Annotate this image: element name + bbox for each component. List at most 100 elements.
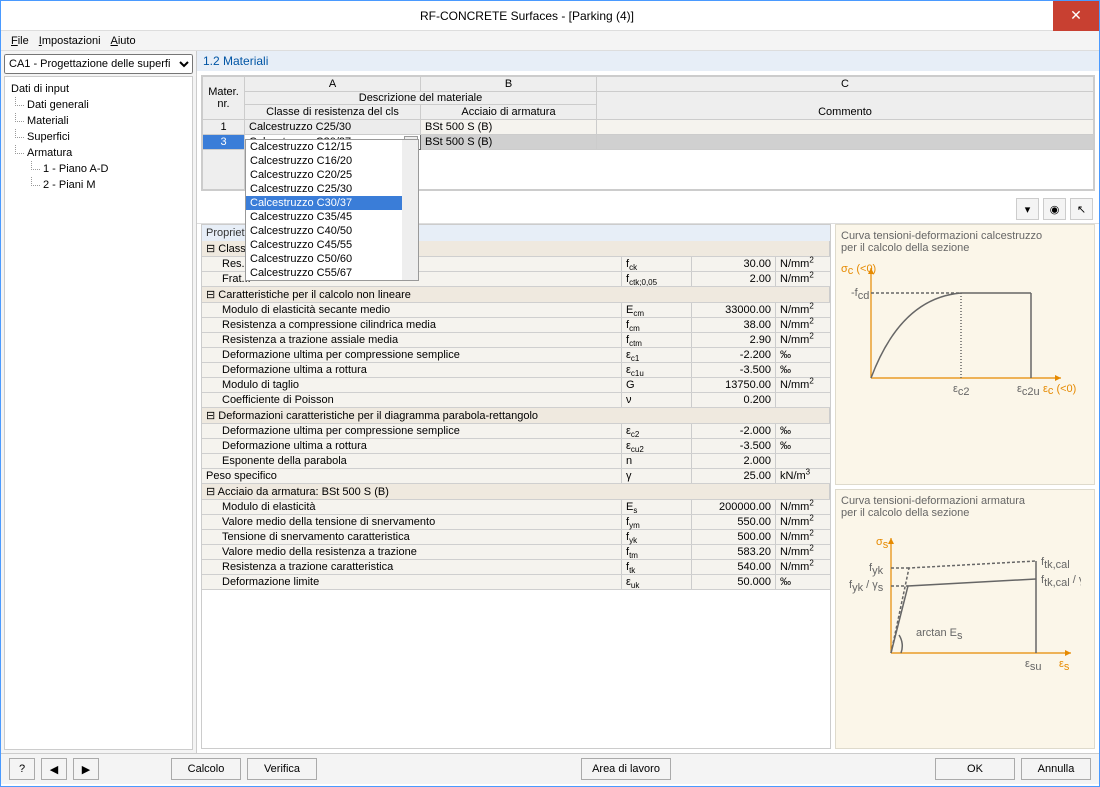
- prop-unit: N/mm2: [776, 333, 830, 347]
- prop-value[interactable]: 33000.00: [692, 303, 776, 317]
- prop-symbol: εuk: [622, 575, 692, 589]
- prop-symbol: Ecm: [622, 303, 692, 317]
- prop-value[interactable]: 2.90: [692, 333, 776, 347]
- dropdown-option[interactable]: Calcestruzzo C25/30: [246, 182, 402, 196]
- prop-value[interactable]: 38.00: [692, 318, 776, 332]
- prop-value[interactable]: -2.000: [692, 424, 776, 438]
- tree-item[interactable]: Armatura: [11, 145, 186, 161]
- close-button[interactable]: ✕: [1053, 1, 1099, 31]
- cancel-button[interactable]: Annulla: [1021, 758, 1091, 780]
- calc-button[interactable]: Calcolo: [171, 758, 241, 780]
- scrollbar[interactable]: [402, 140, 418, 280]
- eye-icon[interactable]: ◉: [1043, 198, 1066, 220]
- cell-steel[interactable]: BSt 500 S (B): [421, 135, 597, 150]
- prop-value[interactable]: 13750.00: [692, 378, 776, 392]
- prop-symbol: ftm: [622, 545, 692, 559]
- svg-text:arctan Es: arctan Es: [916, 627, 963, 642]
- menu-file[interactable]: File: [11, 35, 29, 47]
- col-head-desc: Descrizione del materiale: [245, 92, 596, 104]
- dropdown-option[interactable]: Calcestruzzo C55/67: [246, 266, 402, 280]
- ok-button[interactable]: OK: [935, 758, 1015, 780]
- prop-value[interactable]: 2.000: [692, 454, 776, 468]
- dropdown-option[interactable]: Calcestruzzo C12/15: [246, 140, 402, 154]
- help-button[interactable]: ?: [9, 758, 35, 780]
- cls-dropdown-list[interactable]: Calcestruzzo C12/15Calcestruzzo C16/20Ca…: [245, 139, 419, 281]
- prop-unit: [776, 454, 830, 468]
- prop-value[interactable]: -3.500: [692, 439, 776, 453]
- prev-button[interactable]: ◀: [41, 758, 67, 780]
- prop-label: Deformazione ultima per compressione sem…: [202, 348, 622, 362]
- prop-label: Modulo di taglio: [202, 378, 622, 392]
- select-icon[interactable]: ↖: [1070, 198, 1093, 220]
- tree-item[interactable]: Dati generali: [11, 97, 186, 113]
- prop-unit: ‰: [776, 348, 830, 362]
- prop-value[interactable]: 25.00: [692, 469, 776, 483]
- cell-comment[interactable]: [597, 120, 1094, 135]
- prop-symbol: εc1u: [622, 363, 692, 377]
- prop-label: Resistenza a trazione assiale media: [202, 333, 622, 347]
- tree-item[interactable]: 1 - Piano A-D: [11, 161, 186, 177]
- col-head-A: A: [245, 77, 421, 92]
- prop-label: Esponente della parabola: [202, 454, 622, 468]
- window-title: RF-CONCRETE Surfaces - [Parking (4)]: [1, 9, 1053, 23]
- row-head[interactable]: 1: [203, 120, 245, 135]
- prop-section-head[interactable]: ⊟ Acciaio da armatura: BSt 500 S (B): [202, 484, 830, 499]
- row-head[interactable]: [203, 150, 245, 190]
- filter-icon[interactable]: ▾: [1016, 198, 1039, 220]
- tree-item[interactable]: Superfici: [11, 129, 186, 145]
- prop-value[interactable]: 2.00: [692, 272, 776, 286]
- next-button[interactable]: ▶: [73, 758, 99, 780]
- prop-value[interactable]: 500.00: [692, 530, 776, 544]
- dropdown-option[interactable]: Calcestruzzo C16/20: [246, 154, 402, 168]
- nav-tree[interactable]: Dati di input Dati generali Materiali Su…: [4, 76, 193, 750]
- menu-help[interactable]: Aiuto: [111, 35, 136, 47]
- cell-steel[interactable]: BSt 500 S (B): [421, 120, 597, 135]
- prop-unit: N/mm2: [776, 560, 830, 574]
- case-dropdown[interactable]: CA1 - Progettazione delle superfi: [4, 54, 193, 74]
- workspace-button[interactable]: Area di lavoro: [581, 758, 671, 780]
- tree-item[interactable]: Dati di input: [11, 81, 186, 97]
- tree-item[interactable]: Materiali: [11, 113, 186, 129]
- dropdown-option[interactable]: Calcestruzzo C40/50: [246, 224, 402, 238]
- materials-grid[interactable]: Mater. nr. A B C Descrizione del materia…: [201, 75, 1095, 191]
- menu-bar: File Impostazioni Aiuto: [1, 31, 1099, 51]
- prop-symbol: Es: [622, 500, 692, 514]
- prop-unit: [776, 393, 830, 407]
- col-head-B: B: [421, 77, 597, 92]
- cell-cls[interactable]: Calcestruzzo C25/30: [245, 120, 421, 135]
- dropdown-option[interactable]: Calcestruzzo C20/25: [246, 168, 402, 182]
- properties-table[interactable]: Proprietà ⊟ Classe...Res...fck30.00N/mm2…: [201, 224, 831, 749]
- dropdown-option[interactable]: Calcestruzzo C45/55: [246, 238, 402, 252]
- footer: ? ◀ ▶ Calcolo Verifica Area di lavoro OK…: [1, 754, 1099, 784]
- menu-settings[interactable]: Impostazioni: [39, 35, 101, 47]
- prop-section-head[interactable]: ⊟ Deformazioni caratteristiche per il di…: [202, 408, 830, 423]
- right-panel: 1.2 Materiali Mater. nr. A B C Descrizio…: [197, 51, 1099, 753]
- prop-value[interactable]: 50.000: [692, 575, 776, 589]
- dropdown-option[interactable]: Calcestruzzo C35/45: [246, 210, 402, 224]
- prop-label: Valore medio della resistenza a trazione: [202, 545, 622, 559]
- prop-section-head[interactable]: ⊟ Caratteristiche per il calcolo non lin…: [202, 287, 830, 302]
- prop-value[interactable]: 550.00: [692, 515, 776, 529]
- prop-value[interactable]: 30.00: [692, 257, 776, 271]
- prop-value[interactable]: 583.20: [692, 545, 776, 559]
- figure-steel: Curva tensioni-deformazioni armaturaper …: [835, 489, 1095, 750]
- dropdown-option[interactable]: Calcestruzzo C30/37: [246, 196, 402, 210]
- side-figures: Curva tensioni-deformazioni calcestruzzo…: [835, 224, 1095, 749]
- prop-value[interactable]: -2.200: [692, 348, 776, 362]
- svg-text:ftk,cal: ftk,cal: [1041, 556, 1070, 571]
- tree-item[interactable]: 2 - Piani M: [11, 177, 186, 193]
- dropdown-option[interactable]: Calcestruzzo C50/60: [246, 252, 402, 266]
- prop-unit: ‰: [776, 424, 830, 438]
- verify-button[interactable]: Verifica: [247, 758, 317, 780]
- prop-value[interactable]: -3.500: [692, 363, 776, 377]
- prop-value[interactable]: 0.200: [692, 393, 776, 407]
- row-head-selected[interactable]: 3: [203, 135, 245, 150]
- prop-symbol: εcu2: [622, 439, 692, 453]
- prop-value[interactable]: 540.00: [692, 560, 776, 574]
- prop-unit: N/mm2: [776, 272, 830, 286]
- cell-comment[interactable]: [597, 135, 1094, 150]
- prop-symbol: fctk;0,05: [622, 272, 692, 286]
- col-head-nr: Mater. nr.: [203, 77, 245, 120]
- prop-value[interactable]: 200000.00: [692, 500, 776, 514]
- prop-label: Modulo di elasticità: [202, 500, 622, 514]
